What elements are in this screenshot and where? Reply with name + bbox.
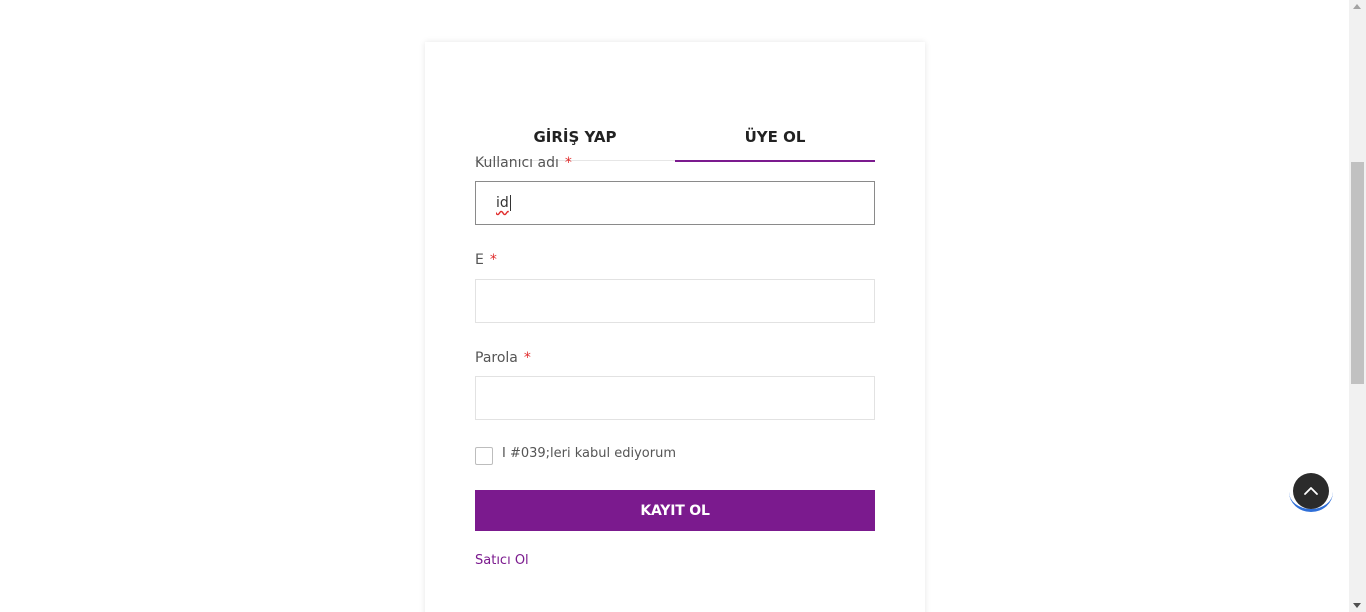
terms-label: I #039;leri kabul ediyorum bbox=[502, 446, 677, 461]
tab-login[interactable]: GİRİŞ YAP bbox=[475, 114, 675, 161]
scroll-down-arrow-icon[interactable] bbox=[1353, 603, 1361, 608]
username-required-mark: * bbox=[564, 155, 572, 171]
register-button[interactable]: KAYIT OL bbox=[475, 490, 875, 531]
email-label: E * bbox=[475, 252, 497, 268]
password-label-text: Parola bbox=[475, 350, 518, 366]
chevron-up-icon bbox=[1304, 487, 1318, 495]
back-to-top-button[interactable] bbox=[1289, 472, 1333, 512]
back-to-top-circle bbox=[1293, 473, 1329, 509]
register-card: GİRİŞ YAP ÜYE OL Kullanıcı adı * id E * Pa… bbox=[425, 42, 925, 612]
password-label: Parola * bbox=[475, 350, 531, 366]
page-scrollbar[interactable] bbox=[1349, 0, 1366, 612]
password-required-mark: * bbox=[523, 350, 531, 366]
username-input-value: id bbox=[496, 195, 509, 211]
become-seller-link[interactable]: Satıcı Ol bbox=[475, 553, 529, 568]
username-label: Kullanıcı adı * bbox=[475, 155, 572, 171]
password-input[interactable] bbox=[475, 376, 875, 420]
email-input[interactable] bbox=[475, 279, 875, 323]
scrollbar-thumb[interactable] bbox=[1351, 162, 1364, 384]
text-caret bbox=[509, 195, 511, 211]
username-input[interactable]: id bbox=[475, 181, 875, 225]
email-required-mark: * bbox=[489, 252, 497, 268]
terms-checkbox[interactable] bbox=[475, 447, 493, 465]
tab-register[interactable]: ÜYE OL bbox=[675, 114, 875, 162]
email-label-text: E bbox=[475, 252, 484, 268]
scroll-up-arrow-icon[interactable] bbox=[1353, 4, 1361, 9]
username-label-text: Kullanıcı adı bbox=[475, 155, 559, 171]
auth-tabs: GİRİŞ YAP ÜYE OL bbox=[475, 114, 875, 162]
